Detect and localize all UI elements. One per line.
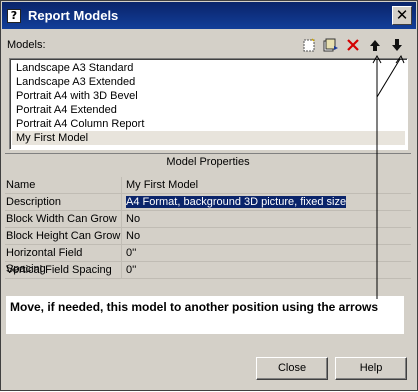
selected-text: A4 Format, background 3D picture, fixed … [126,196,347,208]
property-value-width-grow[interactable]: No [122,211,411,227]
list-item[interactable]: Landscape A3 Standard [12,61,405,75]
move-down-button[interactable] [387,35,407,55]
properties-header: Model Properties [5,153,411,171]
property-value-name[interactable]: My First Model [122,177,411,193]
list-item-selected[interactable]: My First Model [12,131,405,145]
title-bar[interactable]: ? Report Models ✕ [2,2,416,29]
property-row: Description A4 Format, background 3D pic… [5,194,411,211]
list-item[interactable]: Portrait A4 Extended [12,103,405,117]
new-model-button[interactable] [299,35,319,55]
property-name: Vertical Field Spacing [5,262,122,278]
property-name: Name [5,177,122,193]
property-name: Description [5,194,122,210]
property-row: Block Width Can Grow No [5,211,411,228]
delete-model-button[interactable] [343,35,363,55]
property-value-height-grow[interactable]: No [122,228,411,244]
dialog-title: Report Models [28,8,119,23]
properties-grid: Name My First Model Description A4 Forma… [5,177,411,279]
property-row: Horizontal Field Spacing 0'' [5,245,411,275]
list-item[interactable]: Portrait A4 Column Report [12,117,405,131]
models-toolbar [299,35,407,55]
report-models-dialog: ? Report Models ✕ Models: Landscape A3 S… [0,0,418,391]
list-item[interactable]: Portrait A4 with 3D Bevel [12,89,405,103]
property-row: Block Height Can Grow No [5,228,411,245]
models-label: Models: [7,39,46,51]
close-button[interactable]: Close [256,357,328,380]
annotation-callout: Move, if needed, this model to another p… [6,296,404,334]
models-list[interactable]: Landscape A3 Standard Landscape A3 Exten… [9,58,408,150]
close-window-button[interactable]: ✕ [392,6,412,25]
property-name: Horizontal Field Spacing [5,245,122,275]
delete-icon [347,39,359,51]
move-up-button[interactable] [365,35,385,55]
property-row: Vertical Field Spacing 0'' [5,262,411,279]
property-value-h-spacing[interactable]: 0'' [122,245,411,261]
property-name: Block Height Can Grow [6,228,122,244]
property-value-v-spacing[interactable]: 0'' [122,262,411,278]
copy-model-button[interactable] [321,35,341,55]
property-value-description[interactable]: A4 Format, background 3D picture, fixed … [122,194,411,210]
property-row: Name My First Model [5,177,411,194]
property-name: Block Width Can Grow [5,211,122,227]
move-down-icon [392,39,402,51]
move-up-icon [370,40,380,51]
help-icon: ? [7,8,21,23]
help-button[interactable]: Help [335,357,407,380]
new-model-icon [303,38,315,52]
list-item[interactable]: Landscape A3 Extended [12,75,405,89]
copy-model-icon [323,38,338,52]
